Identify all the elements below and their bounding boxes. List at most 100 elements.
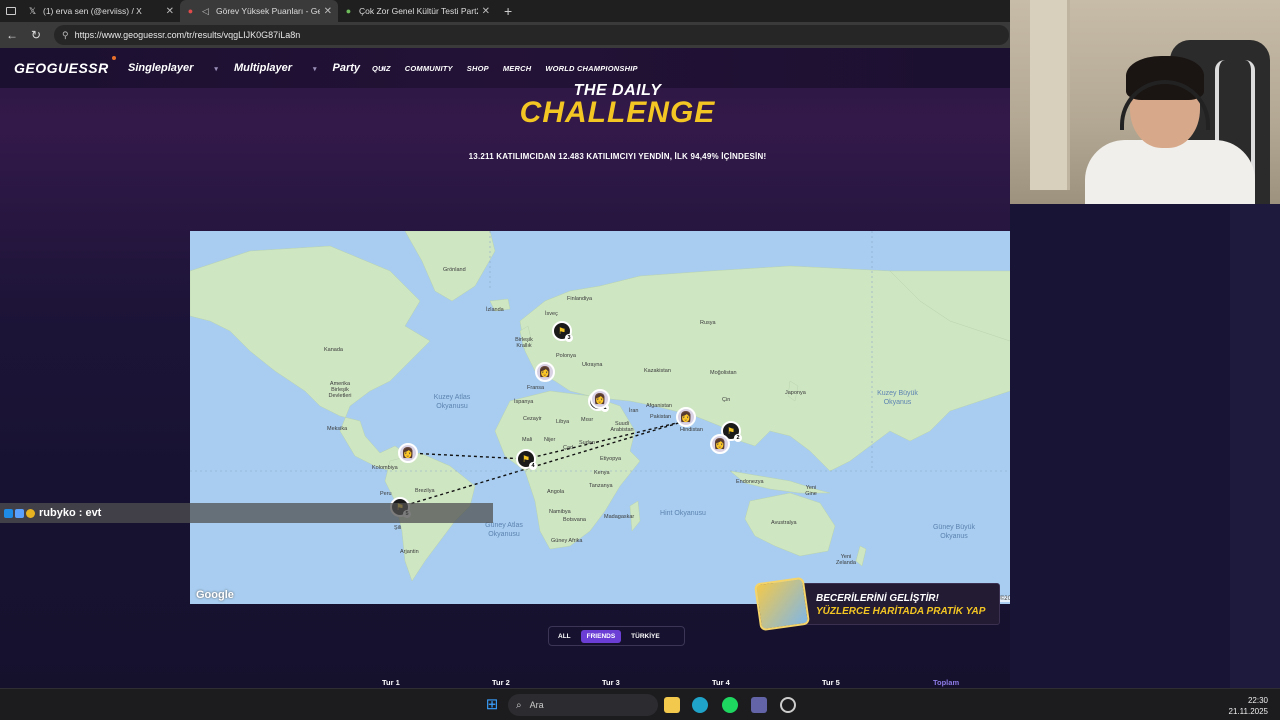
new-tab-button[interactable]: + (504, 3, 512, 19)
search-placeholder: Ara (529, 700, 544, 710)
map-label: Madagaskar (604, 514, 635, 520)
ocean-label: Hint Okyanusu (660, 510, 706, 517)
nav-merch[interactable]: MERCH (503, 64, 532, 73)
map-label: İran (629, 408, 639, 414)
map-label: Arjantin (400, 549, 419, 555)
x-logo-icon: 𝕏 (28, 5, 37, 16)
map-label: Yeni Zelanda (836, 554, 856, 566)
system-clock[interactable]: 22:30 21.11.2025 (1229, 695, 1268, 717)
nav-world-championship[interactable]: WORLD CHAMPIONSHIP (545, 64, 637, 73)
map-label: Etiyopya (600, 456, 622, 462)
round-header: Tur 3 (602, 678, 620, 687)
filter-all[interactable]: ALL (552, 630, 577, 643)
main-nav: Singleplayer ▾ Multiplayer ▾ Party ▾ (128, 62, 401, 74)
map-label: Moğolistan (710, 370, 737, 376)
guess-marker[interactable]: ⚑ 4 (516, 449, 537, 470)
filter-friends[interactable]: FRIENDS (580, 629, 622, 643)
chat-line: rubyko : evt (39, 507, 102, 519)
geoguessr-logo[interactable]: GEOGUESSR (14, 56, 116, 76)
map-label: Fransa (527, 385, 545, 391)
map-label: Japonya (785, 390, 806, 396)
map-label: Kanada (324, 347, 343, 353)
sub-nav: QUIZ COMMUNITY SHOP MERCH WORLD CHAMPION… (372, 64, 652, 73)
map-label: Peru (380, 491, 392, 497)
map-label: Avustralya (771, 520, 797, 526)
nav-singleplayer[interactable]: Singleplayer ▾ (128, 62, 218, 74)
file-explorer-icon[interactable] (664, 697, 680, 713)
map-label: Güney Afrika (551, 538, 583, 544)
nav-quiz[interactable]: QUIZ (372, 64, 391, 73)
close-tab-icon[interactable]: ✕ (482, 6, 490, 17)
map-pin-icon (753, 576, 811, 632)
nav-community[interactable]: COMMUNITY (405, 64, 453, 73)
map-label: Suudi Arabistan (610, 421, 634, 433)
clock-date: 21.11.2025 (1228, 707, 1268, 716)
chevron-down-icon: ▾ (214, 66, 218, 73)
taskbar-search[interactable]: ⌕ Ara (508, 694, 658, 716)
browser-tab-geoguessr[interactable]: ● ◁ Görev Yüksek Puanları - Geo ✕ (180, 0, 338, 22)
map-label: Libya (556, 419, 570, 425)
results-map[interactable]: Grönland İzlanda Finlandiya İsveç Rusya … (190, 231, 1043, 604)
browser-tab-x[interactable]: 𝕏 (1) erva sen (@erviiss) / X ✕ (22, 0, 180, 22)
map-label: Kenya (594, 470, 610, 476)
back-arrow-icon[interactable]: ← (0, 28, 24, 42)
player-avatar[interactable]: 👩 (710, 434, 730, 454)
prime-badge-icon (4, 508, 13, 518)
edge-browser-icon[interactable] (692, 697, 708, 713)
round-header-total: Toplam (933, 678, 960, 687)
browser-tab-quiz[interactable]: ● Çok Zor Genel Kültür Testi Part2 - ✕ (338, 0, 496, 22)
round-headers: Tur 1 Tur 2 Tur 3 Tur 4 Tur 5 Toplam (0, 678, 1010, 688)
chevron-down-icon: ▾ (313, 66, 317, 73)
map-label: Tanzanya (589, 483, 613, 489)
search-icon: ⌕ (516, 699, 522, 711)
guess-marker[interactable]: ⚑ 3 (552, 321, 573, 342)
windows-taskbar: ⊞ ⌕ Ara 22:30 21.11.2025 (0, 688, 1280, 720)
round-header: Tur 4 (712, 678, 730, 687)
promo-title: BECERİLERİNİ GELİŞTİR! (816, 593, 939, 604)
map-label: Namibya (549, 509, 571, 515)
player-avatar[interactable]: 👩 (590, 389, 610, 409)
mute-icon[interactable]: ◁ (201, 6, 210, 16)
app-icon[interactable] (780, 697, 796, 713)
filter-turkiye[interactable]: TÜRKİYE (625, 630, 666, 643)
map-label: Afganistan (646, 403, 672, 409)
ocean-label: Kuzey Atlas Okyanusu (433, 394, 471, 410)
player-avatar[interactable]: 👩 (535, 362, 555, 382)
windows-start-icon[interactable]: ⊞ (484, 697, 500, 713)
reload-icon[interactable]: ↻ (24, 28, 48, 42)
map-label: Finlandiya (567, 296, 593, 302)
map-label: Endonezya (736, 479, 764, 485)
tab-label: (1) erva sen (@erviiss) / X (43, 6, 142, 16)
map-label: Polonya (556, 353, 576, 359)
player-avatar[interactable]: 👩 (398, 443, 418, 463)
map-label: Ukrayna (582, 362, 603, 368)
url-field[interactable]: ⚲ https://www.geoguessr.com/tr/results/v… (54, 25, 1009, 45)
chat-badges (4, 508, 35, 518)
nav-multiplayer[interactable]: Multiplayer ▾ (234, 62, 317, 74)
map-label: Meksika (327, 426, 348, 432)
map-label: Kazakistan (644, 368, 671, 374)
webcam-feed (1010, 0, 1280, 204)
map-label: Şili (394, 525, 402, 531)
site-info-icon[interactable]: ⚲ (62, 30, 69, 41)
practice-promo-card[interactable]: BECERİLERİNİ GELİŞTİR! YÜZLERCE HARİTADA… (753, 576, 1000, 632)
spotify-icon[interactable] (722, 697, 738, 713)
map-label: Çin (722, 397, 731, 403)
player-avatar[interactable]: 👩 (676, 407, 696, 427)
promo-subtitle: YÜZLERCE HARİTADA PRATİK YAP (816, 606, 986, 617)
nav-shop[interactable]: SHOP (467, 64, 489, 73)
teams-icon[interactable] (751, 697, 767, 713)
close-tab-icon[interactable]: ✕ (324, 6, 332, 17)
url-text: https://www.geoguessr.com/tr/results/vqg… (74, 30, 301, 40)
map-pin-icon: ● (187, 5, 194, 16)
close-tab-icon[interactable]: ✕ (166, 6, 174, 17)
map-label: Yeni Gine (805, 485, 817, 497)
tab-actions-icon[interactable] (0, 0, 22, 22)
address-bar: ← ↻ ⚲ https://www.geoguessr.com/tr/resul… (0, 22, 1010, 48)
map-label: Pakistan (650, 414, 672, 420)
map-label: İzlanda (486, 307, 504, 313)
map-label: Botsvana (563, 517, 586, 523)
sub-badge-icon (15, 508, 24, 518)
ocean-label: Güney Büyük Okyanus (932, 524, 976, 540)
map-label: Grönland (443, 267, 466, 273)
